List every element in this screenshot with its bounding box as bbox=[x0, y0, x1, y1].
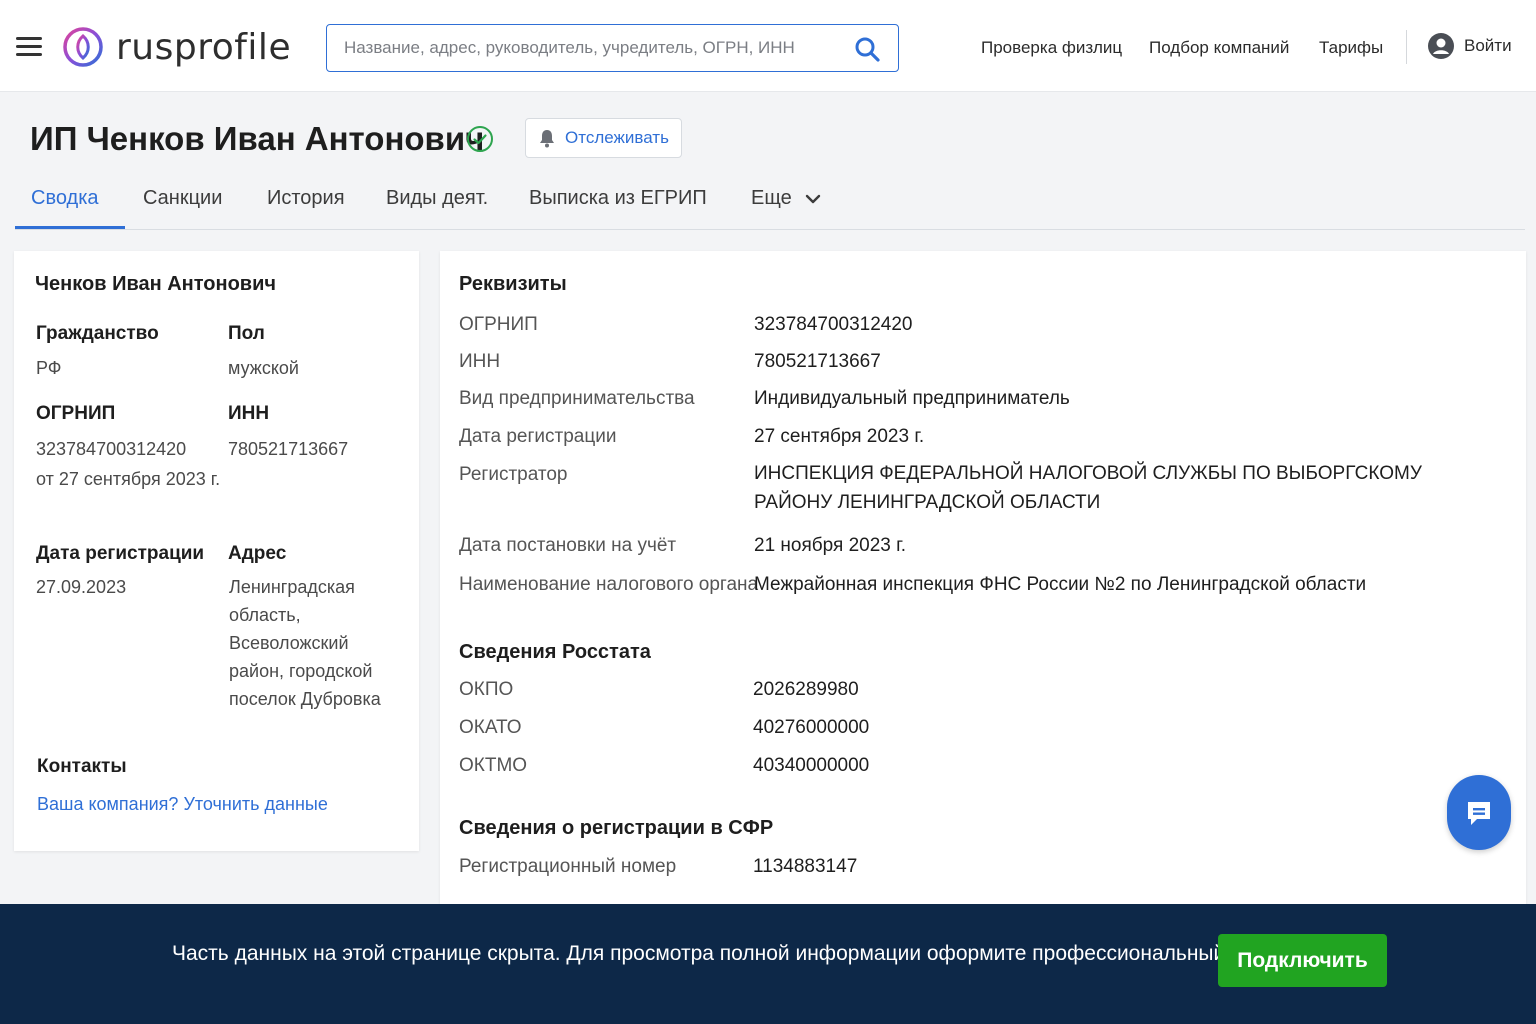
ogrnip-label: ОГРНИП bbox=[36, 403, 116, 424]
tab-sanctions[interactable]: Санкции bbox=[143, 187, 222, 210]
address-label: Адрес bbox=[228, 543, 287, 564]
rosstat-key: ОКАТО bbox=[459, 717, 522, 738]
tab-more[interactable]: Еще bbox=[751, 187, 821, 210]
tab-activities[interactable]: Виды деят. bbox=[386, 187, 488, 210]
track-label: Отслеживать bbox=[565, 128, 669, 147]
page-title: ИП Ченков Иван Антонович bbox=[30, 120, 485, 157]
req-key: Дата регистрации bbox=[459, 426, 617, 447]
req-value: 27 сентября 2023 г. bbox=[754, 426, 925, 447]
req-key: ИНН bbox=[459, 351, 501, 372]
sfr-value: 1134883147 bbox=[753, 856, 858, 877]
chat-icon bbox=[1468, 801, 1490, 825]
menu-icon[interactable] bbox=[16, 37, 42, 57]
nav-divider bbox=[1406, 30, 1407, 64]
req-key: ОГРНИП bbox=[459, 314, 538, 335]
tab-more-label: Еще bbox=[751, 187, 792, 209]
rosstat-value: 40276000000 bbox=[753, 717, 870, 738]
sfr-title: Сведения о регистрации в СФР bbox=[459, 817, 774, 839]
tab-bar: Сводка Санкции История Виды деят. Выписк… bbox=[15, 178, 1525, 230]
citizenship-label: Гражданство bbox=[36, 323, 159, 344]
gender-label: Пол bbox=[228, 323, 265, 344]
req-value: 323784700312420 bbox=[754, 314, 913, 335]
ogrnip-value: 323784700312420 bbox=[36, 439, 187, 459]
nav-company-selection[interactable]: Подбор компаний bbox=[1149, 38, 1289, 58]
ogrnip-date: от 27 сентября 2023 г. bbox=[36, 469, 221, 489]
contacts-label: Контакты bbox=[37, 756, 127, 777]
connect-button[interactable]: Подключить bbox=[1218, 934, 1387, 987]
tab-summary[interactable]: Сводка bbox=[31, 187, 99, 210]
nav-pricing[interactable]: Тарифы bbox=[1319, 38, 1383, 58]
chevron-down-icon bbox=[806, 194, 821, 203]
summary-card: Ченков Иван Антонович Гражданство РФ Пол… bbox=[14, 251, 419, 851]
search-icon[interactable] bbox=[854, 36, 880, 62]
tab-egrip-extract[interactable]: Выписка из ЕГРИП bbox=[529, 187, 707, 210]
tab-history[interactable]: История bbox=[267, 187, 345, 210]
login-label: Войти bbox=[1464, 36, 1512, 55]
gender-value: мужской bbox=[228, 358, 299, 378]
requisites-card: Реквизиты ОГРНИП 323784700312420 ИНН 780… bbox=[440, 251, 1526, 931]
reg-date-value: 27.09.2023 bbox=[36, 577, 127, 597]
req-value: Межрайонная инспекция ФНС России №2 по Л… bbox=[754, 574, 1367, 595]
person-name: Ченков Иван Антонович bbox=[35, 273, 277, 295]
login-button[interactable]: Войти bbox=[1427, 32, 1512, 60]
address-line: область, bbox=[229, 605, 301, 625]
rosstat-title: Сведения Росстата bbox=[459, 641, 651, 663]
verified-check-icon bbox=[467, 126, 493, 152]
search-box bbox=[326, 24, 899, 72]
req-value: 21 ноября 2023 г. bbox=[754, 535, 906, 556]
reg-date-label: Дата регистрации bbox=[36, 543, 205, 564]
address-line: район, городской bbox=[229, 661, 373, 681]
bell-icon bbox=[540, 130, 554, 148]
rosstat-value: 2026289980 bbox=[753, 679, 859, 700]
rosstat-key: ОКПО bbox=[459, 679, 514, 700]
rosstat-value: 40340000000 bbox=[753, 755, 870, 776]
chat-button[interactable] bbox=[1447, 775, 1511, 850]
req-value: 780521713667 bbox=[754, 351, 881, 372]
paywall-banner: Часть данных на этой странице скрыта. Дл… bbox=[0, 904, 1536, 1024]
req-key: Вид предпринимательства bbox=[459, 388, 695, 409]
req-value: Индивидуальный предприниматель bbox=[754, 388, 1070, 409]
track-button[interactable]: Отслеживать bbox=[525, 118, 682, 158]
paywall-text: Часть данных на этой странице скрыта. Дл… bbox=[172, 942, 1298, 965]
requisites-title: Реквизиты bbox=[459, 273, 567, 295]
inn-value: 780521713667 bbox=[228, 439, 349, 459]
address-line: поселок Дубровка bbox=[229, 689, 381, 709]
active-tab-indicator bbox=[15, 226, 125, 229]
top-header: rusprofile Проверка физлиц Подбор компан… bbox=[0, 0, 1536, 92]
search-input[interactable] bbox=[327, 25, 827, 70]
citizenship-value: РФ bbox=[36, 358, 62, 378]
req-key: Регистратор bbox=[459, 464, 568, 485]
address-line: Ленинградская bbox=[229, 577, 355, 597]
address-line: Всеволожский bbox=[229, 633, 349, 653]
clarify-data-link[interactable]: Ваша компания? Уточнить данные bbox=[37, 794, 328, 815]
nav-check-persons[interactable]: Проверка физлиц bbox=[981, 38, 1122, 58]
inn-label: ИНН bbox=[228, 403, 270, 424]
req-key: Наименование налогового органа bbox=[459, 574, 759, 595]
logo-text: rusprofile bbox=[116, 26, 292, 68]
req-value: ИНСПЕКЦИЯ ФЕДЕРАЛЬНОЙ НАЛОГОВОЙ СЛУЖБЫ П… bbox=[754, 463, 1422, 513]
user-icon bbox=[1428, 33, 1454, 59]
rusprofile-logo-icon bbox=[63, 27, 103, 67]
sfr-key: Регистрационный номер bbox=[459, 856, 677, 877]
address-value: Ленинградская область, Всеволожский райо… bbox=[229, 573, 381, 713]
logo[interactable]: rusprofile bbox=[62, 26, 291, 68]
req-key: Дата постановки на учёт bbox=[459, 535, 677, 556]
rosstat-key: ОКТМО bbox=[459, 755, 528, 776]
